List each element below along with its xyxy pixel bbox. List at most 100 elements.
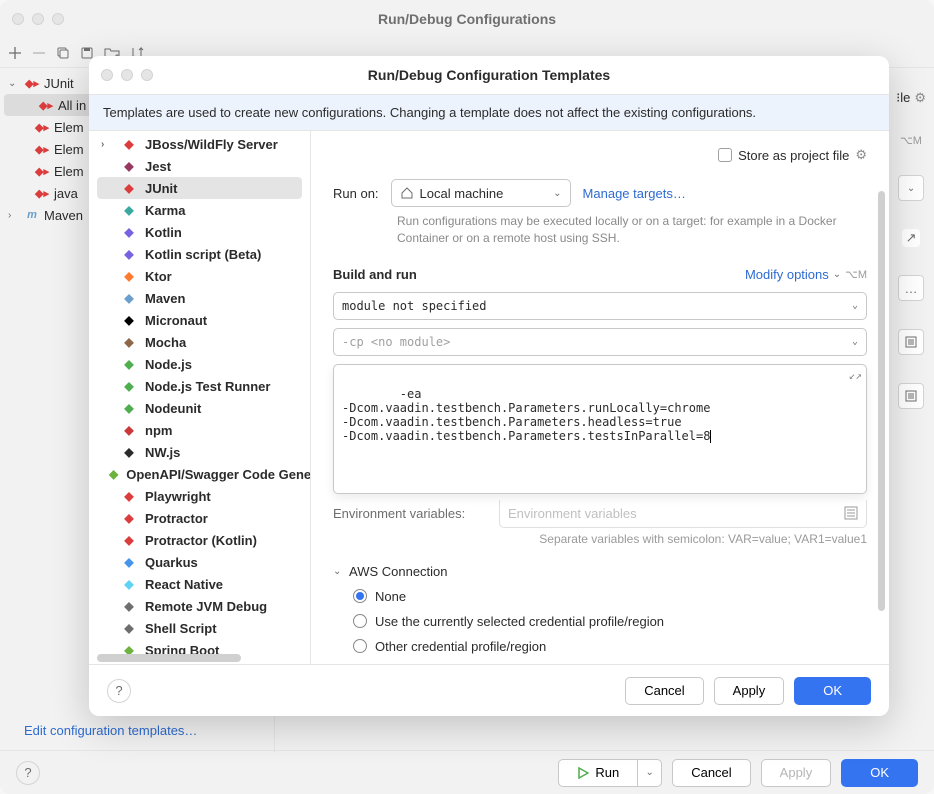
template-item-node-js-test-runner[interactable]: ◆Node.js Test Runner xyxy=(97,375,302,397)
template-item-mocha[interactable]: ◆Mocha xyxy=(97,331,302,353)
form-scrollbar[interactable] xyxy=(878,191,885,611)
template-type-icon: ◆ xyxy=(121,598,137,614)
manage-targets-link[interactable]: Manage targets… xyxy=(583,186,686,201)
template-item-node-js[interactable]: ◆Node.js xyxy=(97,353,302,375)
remove-config-icon[interactable] xyxy=(32,46,46,60)
template-item-kotlin-script-beta-[interactable]: ◆Kotlin script (Beta) xyxy=(97,243,302,265)
template-item-kotlin[interactable]: ◆Kotlin xyxy=(97,221,302,243)
modal-help-button[interactable]: ? xyxy=(107,679,131,703)
template-type-icon: ◆ xyxy=(121,246,137,262)
template-list[interactable]: ›◆JBoss/WildFly Server◆Jest◆JUnit◆Karma◆… xyxy=(89,131,311,664)
aws-other-label: Other credential profile/region xyxy=(375,639,546,654)
template-item-label: npm xyxy=(145,423,172,438)
more-options-icon[interactable]: … xyxy=(898,275,924,301)
radio-icon xyxy=(353,639,367,653)
main-ok-button[interactable]: OK xyxy=(841,759,918,787)
tree-label: Elem xyxy=(54,164,84,179)
template-item-protractor-kotlin-[interactable]: ◆Protractor (Kotlin) xyxy=(97,529,302,551)
gear-icon[interactable]: ⚙ xyxy=(855,147,867,163)
chevron-down-icon: ⌄ xyxy=(852,300,858,311)
build-and-run-label: Build and run xyxy=(333,267,417,282)
template-item-ktor[interactable]: ◆Ktor xyxy=(97,265,302,287)
modal-titlebar: Run/Debug Configuration Templates xyxy=(89,56,889,94)
chevron-down-icon: ⌄ xyxy=(553,188,561,199)
classpath-placeholder: -cp <no module> xyxy=(342,335,450,349)
template-item-npm[interactable]: ◆npm xyxy=(97,419,302,441)
junit-icon: ◆▸ xyxy=(34,185,50,201)
junit-icon: ◆▸ xyxy=(34,163,50,179)
add-config-icon[interactable] xyxy=(8,46,22,60)
chevron-right-icon: › xyxy=(8,210,20,221)
template-item-react-native[interactable]: ◆React Native xyxy=(97,573,302,595)
modal-apply-button[interactable]: Apply xyxy=(714,677,785,705)
classpath-field[interactable]: -cp <no module> ⌄ xyxy=(333,328,867,356)
gear-icon[interactable]: ⚙ xyxy=(914,90,926,106)
aws-radio-current[interactable]: Use the currently selected credential pr… xyxy=(353,614,867,629)
list-icon-1[interactable] xyxy=(898,329,924,355)
template-list-scrollbar[interactable] xyxy=(97,654,302,662)
template-item-nw-js[interactable]: ◆NW.js xyxy=(97,441,302,463)
store-as-project-checkbox[interactable] xyxy=(718,148,732,162)
modify-options-link[interactable]: Modify options ⌄ ⌥M xyxy=(745,267,867,282)
template-item-openapi-swagger-code-genera[interactable]: ◆OpenAPI/Swagger Code Genera xyxy=(97,463,302,485)
copy-config-icon[interactable] xyxy=(56,46,70,60)
template-item-label: Node.js xyxy=(145,357,192,372)
main-cancel-button[interactable]: Cancel xyxy=(672,759,750,787)
modal-ok-button[interactable]: OK xyxy=(794,677,871,705)
modal-cancel-button[interactable]: Cancel xyxy=(625,677,703,705)
template-item-nodeunit[interactable]: ◆Nodeunit xyxy=(97,397,302,419)
template-item-karma[interactable]: ◆Karma xyxy=(97,199,302,221)
template-type-icon: ◆ xyxy=(121,378,137,394)
template-item-playwright[interactable]: ◆Playwright xyxy=(97,485,302,507)
help-button[interactable]: ? xyxy=(16,761,40,785)
junit-icon: ◆▸ xyxy=(38,97,54,113)
template-item-junit[interactable]: ◆JUnit xyxy=(97,177,302,199)
expand-icon[interactable]: ↗ xyxy=(902,229,920,247)
env-variables-row: Environment variables: Environment varia… xyxy=(333,500,867,528)
tree-label: All in xyxy=(58,98,86,113)
home-icon xyxy=(400,186,414,200)
expand-icon[interactable]: ↙↗ xyxy=(849,369,862,382)
run-button[interactable]: Run xyxy=(558,759,638,787)
template-item-protractor[interactable]: ◆Protractor xyxy=(97,507,302,529)
template-type-icon: ◆ xyxy=(121,202,137,218)
chevron-down-icon: ⌄ xyxy=(646,767,654,778)
template-item-label: Micronaut xyxy=(145,313,207,328)
run-on-select[interactable]: Local machine ⌄ xyxy=(391,179,571,207)
run-button-group: Run ⌄ xyxy=(558,759,662,787)
env-variables-field[interactable]: Environment variables xyxy=(499,500,867,528)
template-item-maven[interactable]: ◆Maven xyxy=(97,287,302,309)
template-item-shell-script[interactable]: ◆Shell Script xyxy=(97,617,302,639)
template-type-icon: ◆ xyxy=(121,576,137,592)
vm-options-textarea[interactable]: ↙↗-ea -Dcom.vaadin.testbench.Parameters.… xyxy=(333,364,867,494)
aws-radio-other[interactable]: Other credential profile/region xyxy=(353,639,867,654)
store-as-project-row: Store as project file ⚙ xyxy=(333,147,867,163)
chevron-down-icon: ⌄ xyxy=(852,336,858,347)
dropdown-chevron-icon[interactable]: ⌄ xyxy=(898,175,924,201)
env-hint: Separate variables with semicolon: VAR=v… xyxy=(333,532,867,546)
template-item-quarkus[interactable]: ◆Quarkus xyxy=(97,551,302,573)
modal-body: ›◆JBoss/WildFly Server◆Jest◆JUnit◆Karma◆… xyxy=(89,131,889,664)
edit-templates-link[interactable]: Edit configuration templates… xyxy=(12,715,209,746)
template-type-icon: ◆ xyxy=(109,466,118,482)
template-type-icon: ◆ xyxy=(121,488,137,504)
template-type-icon: ◆ xyxy=(121,224,137,240)
module-field[interactable]: module not specified ⌄ xyxy=(333,292,867,320)
template-item-jboss-wildfly-server[interactable]: ›◆JBoss/WildFly Server xyxy=(97,133,302,155)
aws-connection-label: AWS Connection xyxy=(349,564,448,579)
aws-connection-header[interactable]: ⌄ AWS Connection xyxy=(333,564,867,579)
maven-icon: m xyxy=(24,207,40,223)
template-item-label: NW.js xyxy=(145,445,180,460)
template-item-label: Protractor (Kotlin) xyxy=(145,533,257,548)
list-icon-2[interactable] xyxy=(898,383,924,409)
template-item-jest[interactable]: ◆Jest xyxy=(97,155,302,177)
junit-icon: ◆▸ xyxy=(34,141,50,157)
list-icon[interactable] xyxy=(844,506,858,520)
run-button-dropdown[interactable]: ⌄ xyxy=(638,759,662,787)
aws-radio-none[interactable]: None xyxy=(353,589,867,604)
modify-options-label: Modify options xyxy=(745,267,829,282)
template-type-icon: ◆ xyxy=(121,312,137,328)
main-apply-button[interactable]: Apply xyxy=(761,759,832,787)
template-item-remote-jvm-debug[interactable]: ◆Remote JVM Debug xyxy=(97,595,302,617)
template-item-micronaut[interactable]: ◆ Micronaut xyxy=(97,309,302,331)
